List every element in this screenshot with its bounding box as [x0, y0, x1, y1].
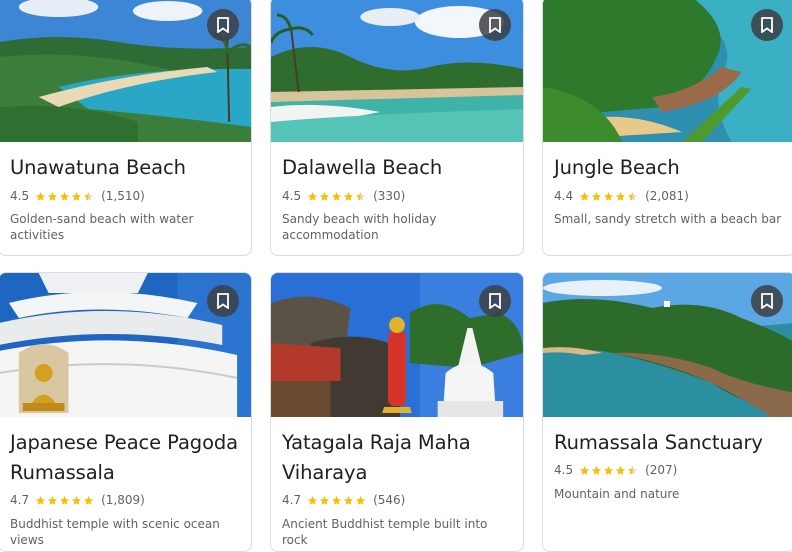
rating-value: 4.5	[554, 463, 574, 477]
jungle-beach-photo[interactable]	[543, 0, 792, 142]
star-icon	[592, 191, 602, 201]
place-description: Mountain and nature	[554, 487, 680, 501]
review-count[interactable]: (207)	[645, 463, 677, 477]
star-icon	[356, 191, 366, 201]
rating-row: 4.7 (546)	[282, 492, 405, 508]
star-icon	[48, 495, 58, 505]
star-icon	[356, 495, 366, 505]
star-rating	[579, 465, 639, 476]
rating-row: 4.4 (2,081)	[554, 188, 689, 204]
yatagala-temple-photo[interactable]	[271, 273, 523, 417]
star-icon	[72, 495, 82, 505]
star-rating	[307, 495, 367, 506]
save-bookmark-button[interactable]	[207, 9, 239, 41]
place-title[interactable]: Yatagala Raja Maha Viharaya	[282, 428, 471, 488]
unawatuna-beach-photo[interactable]	[0, 0, 251, 142]
place-title[interactable]: Japanese Peace Pagoda Rumassala	[10, 428, 238, 488]
save-bookmark-button[interactable]	[751, 285, 783, 317]
review-count[interactable]: (330)	[373, 189, 405, 203]
place-card-rumassala-sanctuary[interactable]: Rumassala Sanctuary 4.5 (207) Mountain a…	[542, 272, 792, 552]
place-title[interactable]: Unawatuna Beach	[10, 153, 186, 183]
star-icon	[332, 495, 342, 505]
bookmark-icon	[217, 293, 229, 309]
save-bookmark-button[interactable]	[207, 285, 239, 317]
peace-pagoda-photo[interactable]	[0, 273, 251, 417]
save-bookmark-button[interactable]	[751, 9, 783, 41]
star-icon	[592, 465, 602, 475]
star-icon	[36, 495, 46, 505]
place-description: Ancient Buddhist temple built into rock	[282, 517, 488, 547]
rating-value: 4.7	[10, 493, 30, 507]
save-bookmark-button[interactable]	[479, 9, 511, 41]
rating-row: 4.5 (1,510)	[10, 188, 145, 204]
rating-value: 4.7	[282, 493, 302, 507]
star-icon	[604, 191, 614, 201]
star-icon	[580, 191, 590, 201]
bookmark-icon	[217, 17, 229, 33]
star-icon	[604, 465, 614, 475]
place-card-unawatuna[interactable]: Unawatuna Beach 4.5 (1,510) Golden-sand …	[0, 0, 252, 256]
place-description: Buddhist temple with scenic ocean views	[10, 517, 220, 547]
star-icon	[36, 191, 46, 201]
place-title[interactable]: Jungle Beach	[554, 153, 680, 183]
place-title-line2: Rumassala	[10, 461, 115, 484]
star-rating	[307, 191, 367, 202]
save-bookmark-button[interactable]	[479, 285, 511, 317]
star-icon	[344, 495, 354, 505]
star-icon	[344, 191, 354, 201]
place-description: Golden-sand beach with water activities	[10, 212, 194, 242]
bookmark-icon	[489, 17, 501, 33]
place-card-peace-pagoda[interactable]: Japanese Peace Pagoda Rumassala 4.7 (1,8…	[0, 272, 252, 552]
star-icon	[616, 191, 626, 201]
star-icon	[84, 191, 94, 201]
star-icon	[320, 191, 330, 201]
star-rating	[35, 495, 95, 506]
place-card-yatagala[interactable]: Yatagala Raja Maha Viharaya 4.7 (546) An…	[270, 272, 524, 552]
place-card-dalawella[interactable]: Dalawella Beach 4.5 (330) Sandy beach wi…	[270, 0, 524, 256]
place-title-line2: Viharaya	[282, 461, 368, 484]
review-count[interactable]: (1,510)	[101, 189, 145, 203]
star-icon	[308, 495, 318, 505]
star-icon	[320, 495, 330, 505]
rumassala-sanctuary-photo[interactable]	[543, 273, 792, 417]
rating-row: 4.7 (1,809)	[10, 492, 145, 508]
star-rating	[35, 191, 95, 202]
rating-row: 4.5 (330)	[282, 188, 405, 204]
star-icon	[60, 191, 70, 201]
star-icon	[616, 465, 626, 475]
place-description: Small, sandy stretch with a beach bar	[554, 212, 782, 226]
star-rating	[579, 191, 639, 202]
rating-value: 4.4	[554, 189, 574, 203]
bookmark-icon	[489, 293, 501, 309]
star-icon	[84, 495, 94, 505]
star-icon	[628, 191, 638, 201]
place-title[interactable]: Dalawella Beach	[282, 153, 442, 183]
star-icon	[308, 191, 318, 201]
bookmark-icon	[761, 293, 773, 309]
rating-value: 4.5	[10, 189, 30, 203]
star-icon	[72, 191, 82, 201]
star-icon	[580, 465, 590, 475]
star-icon	[628, 465, 638, 475]
place-card-jungle-beach[interactable]: Jungle Beach 4.4 (2,081) Small, sandy st…	[542, 0, 792, 256]
dalawella-beach-photo[interactable]	[271, 0, 523, 142]
star-icon	[332, 191, 342, 201]
bookmark-icon	[761, 17, 773, 33]
star-icon	[48, 191, 58, 201]
star-icon	[60, 495, 70, 505]
place-title[interactable]: Rumassala Sanctuary	[554, 428, 763, 458]
review-count[interactable]: (1,809)	[101, 493, 145, 507]
review-count[interactable]: (546)	[373, 493, 405, 507]
rating-value: 4.5	[282, 189, 302, 203]
place-title-line1: Japanese Peace Pagoda	[10, 431, 239, 454]
place-description: Sandy beach with holiday accommodation	[282, 212, 437, 242]
review-count[interactable]: (2,081)	[645, 189, 689, 203]
rating-row: 4.5 (207)	[554, 462, 677, 478]
place-title-line1: Yatagala Raja Maha	[282, 431, 471, 454]
